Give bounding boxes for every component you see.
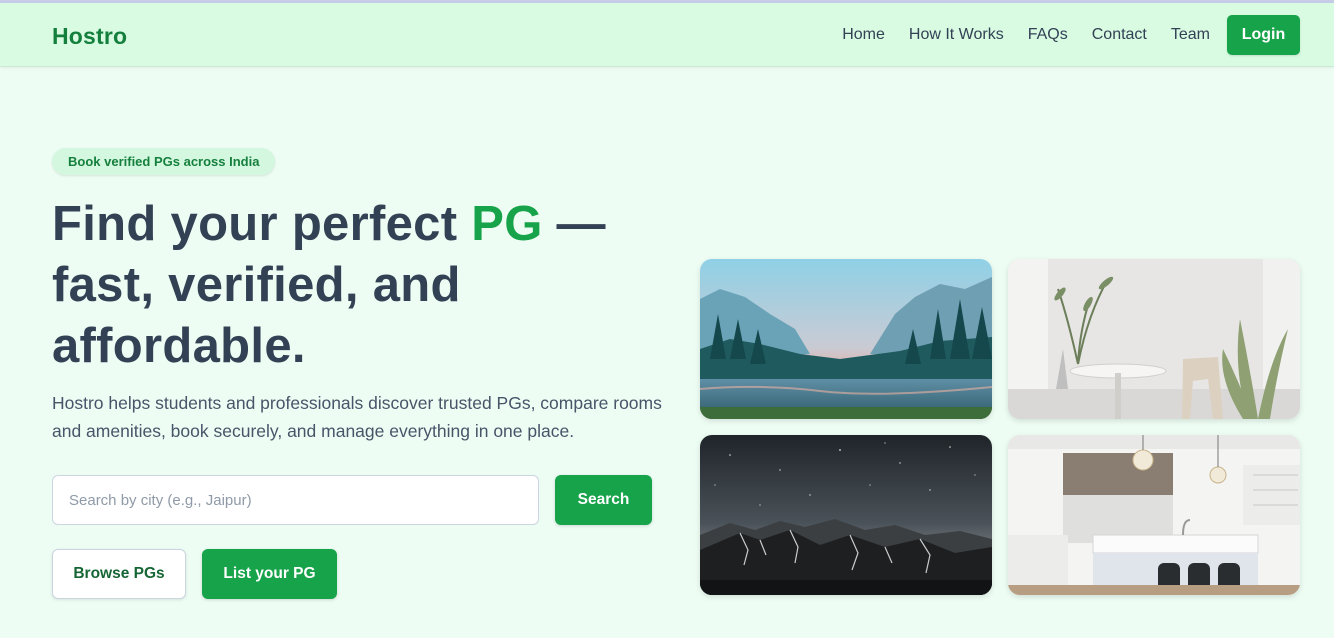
hero-image-gallery	[700, 259, 1300, 595]
list-your-pg-button[interactable]: List your PG	[202, 549, 337, 599]
kitchen-interior-photo	[1008, 435, 1300, 595]
nav-contact-link[interactable]: Contact	[1092, 26, 1147, 44]
city-search-input[interactable]	[52, 475, 539, 525]
brand-logo[interactable]: Hostro	[52, 23, 127, 50]
interior-dining-photo	[1008, 259, 1300, 419]
nav-faqs-link[interactable]: FAQs	[1028, 26, 1068, 44]
hero-description: Hostro helps students and professionals …	[52, 393, 662, 441]
search-button[interactable]: Search	[555, 475, 652, 525]
login-button[interactable]: Login	[1227, 15, 1300, 55]
browse-pgs-button[interactable]: Browse PGs	[52, 549, 186, 599]
nav-how-it-works-link[interactable]: How It Works	[909, 26, 1004, 44]
hero-headline: Find your perfect PG — fast, verified, a…	[52, 194, 672, 377]
night-mountain-photo	[700, 435, 992, 595]
nav-team-link[interactable]: Team	[1171, 26, 1210, 44]
headline-accent: PG	[471, 197, 543, 251]
nav-home-link[interactable]: Home	[842, 26, 885, 44]
mountain-lake-photo	[700, 259, 992, 419]
nav-links: Home How It Works FAQs Contact Team Logi…	[842, 15, 1300, 55]
headline-part-1: Find your perfect	[52, 197, 472, 251]
navbar: Hostro Home How It Works FAQs Contact Te…	[0, 3, 1334, 67]
hero-badge: Book verified PGs across India	[52, 148, 276, 175]
